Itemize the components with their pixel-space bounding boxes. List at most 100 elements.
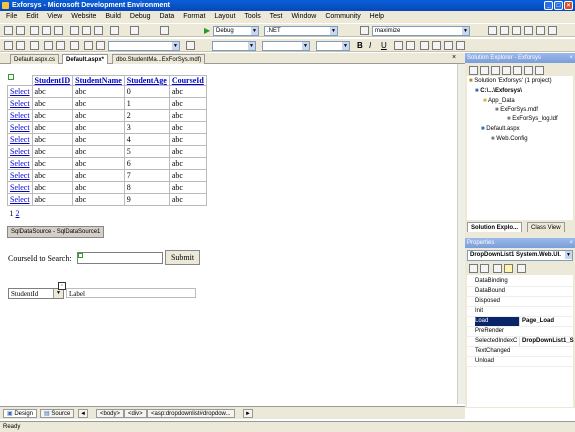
nav-back-icon[interactable]: ◄ (78, 409, 88, 418)
menu-layout[interactable]: Layout (214, 13, 235, 20)
menu-format[interactable]: Format (183, 13, 205, 20)
next-bookmark-icon[interactable] (96, 41, 105, 50)
close-tab-icon[interactable]: × (452, 54, 456, 61)
select-link[interactable]: Select (10, 135, 30, 144)
close-icon[interactable]: × (569, 238, 573, 248)
tree-item-mdf[interactable]: ■ ExForSys.mdf (495, 107, 538, 113)
prop-row[interactable]: SelectedIndexC DropDownList1_S (467, 337, 574, 347)
select-link[interactable]: Select (10, 171, 30, 180)
breadcrumb-body[interactable]: <body> (96, 409, 125, 418)
prop-row[interactable]: PreRender (467, 327, 573, 337)
indent-icon[interactable] (16, 41, 25, 50)
nest-files-icon[interactable] (491, 66, 500, 75)
platform-combo[interactable]: .NET ▼ (264, 26, 338, 36)
asp-config-icon[interactable] (535, 66, 544, 75)
prev-bookmark-icon[interactable] (84, 41, 93, 50)
redo-icon[interactable] (130, 26, 139, 35)
menu-build[interactable]: Build (105, 13, 121, 20)
properties-icon[interactable] (469, 66, 478, 75)
property-pages-icon[interactable] (517, 264, 526, 273)
view-code-icon[interactable] (502, 66, 511, 75)
align-left-icon[interactable] (420, 41, 429, 50)
design-view-button[interactable]: ▣ Design (3, 409, 38, 418)
copy-website-icon[interactable] (524, 66, 533, 75)
italic-icon[interactable]: I (369, 41, 371, 50)
properties-icon[interactable] (493, 264, 502, 273)
view-designer-icon[interactable] (513, 66, 522, 75)
navigate-icon[interactable] (160, 26, 169, 35)
prop-value[interactable]: Page_Load (519, 317, 574, 326)
add-item-icon[interactable] (16, 26, 25, 35)
menu-test[interactable]: Test (270, 13, 283, 20)
new-project-icon[interactable] (4, 26, 13, 35)
select-link[interactable]: Select (10, 183, 30, 192)
justify-icon[interactable] (456, 41, 465, 50)
undo-icon[interactable] (110, 26, 119, 35)
chevron-down-icon[interactable]: ▼ (53, 289, 63, 298)
close-icon[interactable]: × (564, 1, 573, 10)
prop-row[interactable]: DataBound (467, 287, 573, 297)
tree-item-default-aspx[interactable]: ■ Default.aspx (481, 126, 520, 132)
cut-icon[interactable] (70, 26, 79, 35)
font-style-combo[interactable]: ▼ (316, 41, 350, 51)
open-icon[interactable] (30, 26, 39, 35)
menu-tools[interactable]: Tools (244, 13, 260, 20)
align-right-icon[interactable] (444, 41, 453, 50)
tree-item-web-config[interactable]: ■ Web.Config (491, 136, 528, 142)
maximize-icon[interactable]: □ (554, 1, 563, 10)
align-center-icon[interactable] (432, 41, 441, 50)
menu-help[interactable]: Help (370, 13, 384, 20)
alphabetical-icon[interactable] (480, 264, 489, 273)
breadcrumb-div[interactable]: <div> (124, 409, 147, 418)
prop-row[interactable]: TextChanged (467, 347, 573, 357)
backcolor-icon[interactable] (406, 41, 415, 50)
events-icon[interactable] (504, 264, 513, 273)
config-combo[interactable]: Debug ▼ (213, 26, 259, 36)
font-size-combo[interactable]: ▼ (262, 41, 310, 51)
menu-file[interactable]: File (6, 13, 17, 20)
uncomment-icon[interactable] (56, 41, 65, 50)
prop-row-selected[interactable]: Load Page_Load (467, 317, 573, 327)
paste-icon[interactable] (94, 26, 103, 35)
tree-item-app-data[interactable]: ■ App_Data (483, 98, 515, 104)
col-header-studentname[interactable]: StudentName (72, 75, 125, 86)
bold-icon[interactable]: B (357, 41, 363, 50)
tree-item-project[interactable]: ■ C:\...\Exforsys\ (475, 88, 522, 94)
menu-view[interactable]: View (47, 13, 62, 20)
prop-row[interactable]: Init (467, 307, 573, 317)
categorized-icon[interactable] (469, 264, 478, 273)
prop-row[interactable]: DataBinding (467, 277, 573, 287)
save-all-icon[interactable] (54, 26, 63, 35)
select-link[interactable]: Select (10, 99, 30, 108)
select-link[interactable]: Select (10, 159, 30, 168)
tab-student-table[interactable]: dbo.StudentMa...ExForSys.mdf) (112, 54, 206, 64)
tab-solution-explorer[interactable]: Solution Explo... (467, 222, 522, 232)
select-link[interactable]: Select (10, 147, 30, 156)
start-debug-icon[interactable]: ▶ (204, 26, 210, 35)
copy-icon[interactable] (82, 26, 91, 35)
tab-default-aspx[interactable]: Default.aspx* (62, 54, 109, 64)
underline-icon[interactable]: U (381, 41, 387, 50)
submit-button[interactable]: Submit (165, 250, 200, 265)
server-explorer-icon[interactable] (536, 26, 545, 35)
properties-icon[interactable] (500, 26, 509, 35)
select-link[interactable]: Select (10, 87, 30, 96)
tab-default-aspx-cs[interactable]: Default.aspx.cs (10, 54, 60, 64)
nav-forward-icon[interactable]: ► (243, 409, 253, 418)
close-icon[interactable]: × (569, 53, 573, 63)
find-combo[interactable]: maximize ▼ (372, 26, 470, 36)
menu-window[interactable]: Window (291, 13, 316, 20)
select-link[interactable]: Select (10, 195, 30, 204)
bullets-icon[interactable] (4, 41, 13, 50)
studentid-dropdown[interactable]: StudentId ▼ (8, 288, 64, 299)
save-icon[interactable] (42, 26, 51, 35)
menu-debug[interactable]: Debug (130, 13, 151, 20)
prop-row[interactable]: Unload (467, 357, 573, 367)
pager-page-2[interactable]: 2 (16, 209, 20, 218)
menu-website[interactable]: Website (71, 13, 96, 20)
start-page-icon[interactable] (548, 26, 557, 35)
object-browser-icon[interactable] (512, 26, 521, 35)
courseid-input[interactable] (77, 252, 163, 264)
menu-data[interactable]: Data (160, 13, 175, 20)
refresh-icon[interactable] (480, 66, 489, 75)
